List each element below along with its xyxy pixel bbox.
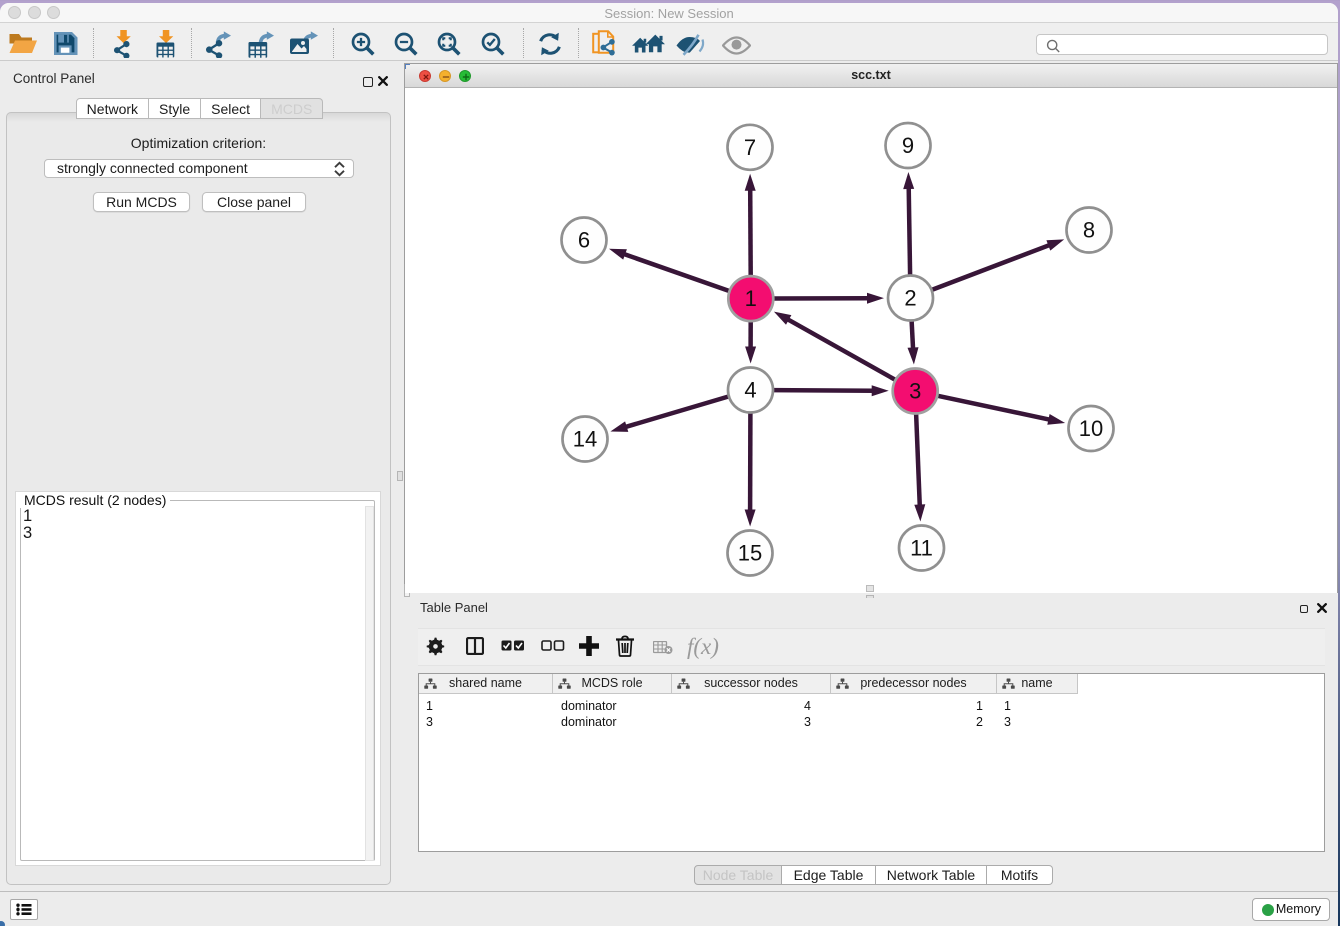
svg-text:15: 15 [738, 541, 762, 566]
svg-text:7: 7 [744, 135, 756, 160]
svg-text:14: 14 [573, 427, 597, 452]
svg-text:2: 2 [904, 286, 916, 311]
svg-text:10: 10 [1079, 416, 1103, 441]
svg-text:6: 6 [578, 228, 590, 253]
svg-text:8: 8 [1083, 218, 1095, 243]
svg-text:4: 4 [744, 378, 756, 403]
svg-text:11: 11 [910, 536, 933, 561]
svg-text:3: 3 [909, 379, 921, 404]
svg-text:1: 1 [745, 286, 757, 311]
svg-text:9: 9 [902, 133, 914, 158]
